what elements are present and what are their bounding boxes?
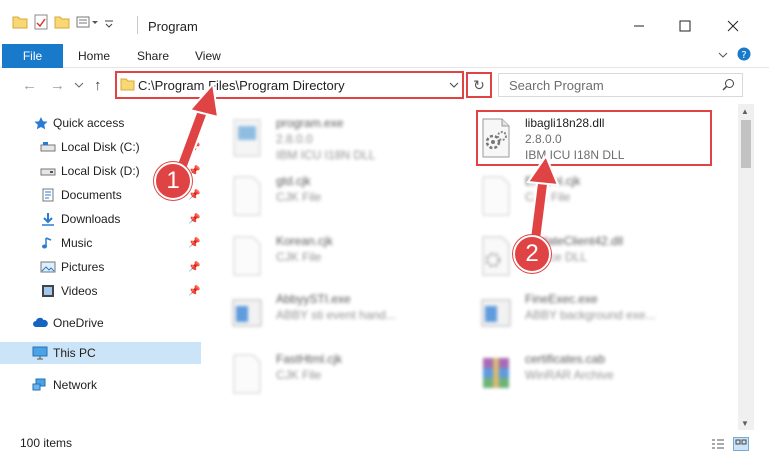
up-arrow-icon: ↑ (94, 77, 102, 94)
window-title: Program (148, 19, 198, 34)
scrollbar-thumb[interactable] (741, 120, 751, 168)
pin-icon[interactable]: 📌 (188, 238, 200, 249)
navigation-pane: Quick access Local Disk (C:) 📌 Local Dis… (0, 104, 205, 430)
sidebar-item-network[interactable]: Network (0, 374, 201, 396)
file-item-program-exe[interactable]: program.exe 2.8.0.0 IBM ICU I18N DLL (230, 112, 470, 166)
large-icons-view-icon[interactable] (733, 437, 749, 451)
blank-file-icon (233, 354, 261, 394)
selected-file-highlight (476, 110, 712, 166)
scroll-up-icon[interactable]: ▲ (741, 107, 749, 116)
pin-icon[interactable]: 📌 (188, 190, 200, 201)
back-button[interactable]: ← (22, 77, 37, 94)
pin-icon[interactable]: 📌 (188, 286, 200, 297)
address-dropdown-icon[interactable] (449, 81, 459, 89)
qat-dropdown-icon[interactable] (104, 15, 114, 29)
tab-share[interactable]: Share (137, 49, 169, 63)
svg-text:?: ? (741, 50, 746, 61)
up-button[interactable]: ↑ (94, 77, 102, 94)
help-icon[interactable]: ? (737, 47, 751, 61)
new-folder-icon[interactable] (54, 15, 70, 29)
scroll-down-icon[interactable]: ▼ (741, 419, 749, 428)
close-icon (727, 20, 739, 32)
sidebar-item-music[interactable]: Music 📌 (0, 232, 201, 254)
file-item-certificates-cab[interactable]: certificates.cab WinRAR Archive (479, 348, 719, 402)
sidebar-item-this-pc[interactable]: This PC (0, 342, 201, 364)
computer-icon (32, 346, 48, 360)
minimize-button[interactable] (616, 12, 662, 40)
pin-icon[interactable]: 📌 (188, 262, 200, 273)
dll-gear-file-icon (482, 236, 510, 276)
tab-home[interactable]: Home (78, 49, 110, 63)
videos-icon (42, 285, 54, 297)
search-icon[interactable] (722, 78, 735, 91)
forward-button[interactable]: → (50, 77, 65, 94)
recent-locations-icon[interactable] (74, 81, 84, 89)
address-folder-icon (120, 78, 135, 91)
item-count: 100 items (20, 436, 73, 450)
cloud-icon (33, 317, 48, 327)
refresh-icon: ↻ (473, 76, 485, 93)
status-bar (0, 430, 769, 466)
blank-file-icon (233, 236, 261, 276)
refresh-button[interactable]: ↻ (466, 72, 492, 98)
network-icon (32, 378, 46, 391)
close-button[interactable] (710, 12, 756, 40)
pin-icon[interactable]: 📌 (188, 142, 200, 153)
ribbon-expand-icon[interactable] (717, 49, 729, 61)
forward-arrow-icon: → (50, 77, 65, 94)
quick-access-toolbar (12, 12, 114, 32)
blank-file-icon (482, 176, 510, 216)
documents-icon (42, 188, 54, 202)
sidebar-item-quick-access[interactable]: Quick access (0, 112, 201, 134)
file-item-korean-cjk[interactable]: Korean.cjk CJK File (230, 230, 470, 284)
sidebar-item-videos[interactable]: Videos 📌 (0, 280, 201, 302)
file-item-fineexec-exe[interactable]: FineExec.exe ABBY background exe... (479, 288, 719, 342)
sidebar-item-pictures[interactable]: Pictures 📌 (0, 256, 201, 278)
customize-icon[interactable] (76, 15, 98, 29)
step-1-badge: 1 (154, 162, 192, 200)
file-item-enhtml-cjk[interactable]: Enhtml.cjk CJK File (479, 170, 719, 224)
blank-file-icon (233, 176, 261, 216)
sidebar-item-local-disk-c[interactable]: Local Disk (C:) 📌 (0, 136, 201, 158)
step-2-badge: 2 (513, 235, 551, 273)
exe-file-icon (481, 299, 511, 327)
title-bar: Program (0, 0, 769, 40)
file-item-fasthtml-cjk[interactable]: FastHtml.cjk CJK File (230, 348, 470, 402)
maximize-icon (679, 20, 691, 32)
music-icon (42, 237, 52, 249)
tab-file[interactable]: File (2, 44, 63, 68)
exe-file-icon (232, 299, 262, 327)
address-path: C:\Program Files\Program Directory (138, 78, 345, 93)
star-icon (34, 117, 48, 130)
tab-view[interactable]: View (195, 49, 221, 63)
file-item-gtd-cjk[interactable]: gtd.cjk CJK File (230, 170, 470, 224)
file-item-abbyysti-exe[interactable]: AbbyySTI.exe ABBY sti event hand... (230, 288, 470, 342)
details-view-icon[interactable] (711, 438, 725, 450)
winrar-archive-icon (483, 358, 509, 388)
drive-icon (40, 168, 56, 176)
ribbon (0, 40, 769, 68)
properties-icon[interactable] (34, 14, 48, 30)
drive-icon (40, 142, 56, 152)
pin-icon[interactable]: 📌 (188, 214, 200, 225)
back-arrow-icon: ← (22, 77, 37, 94)
minimize-icon (634, 25, 644, 27)
sidebar-item-onedrive[interactable]: OneDrive (0, 312, 201, 334)
maximize-button[interactable] (662, 12, 708, 40)
pictures-icon (40, 261, 56, 273)
sidebar-item-downloads[interactable]: Downloads 📌 (0, 208, 201, 230)
folder-icon[interactable] (12, 15, 28, 29)
downloads-icon (42, 213, 54, 226)
title-separator (137, 16, 138, 34)
search-placeholder: Search Program (509, 78, 604, 93)
exe-file-icon (233, 119, 261, 157)
